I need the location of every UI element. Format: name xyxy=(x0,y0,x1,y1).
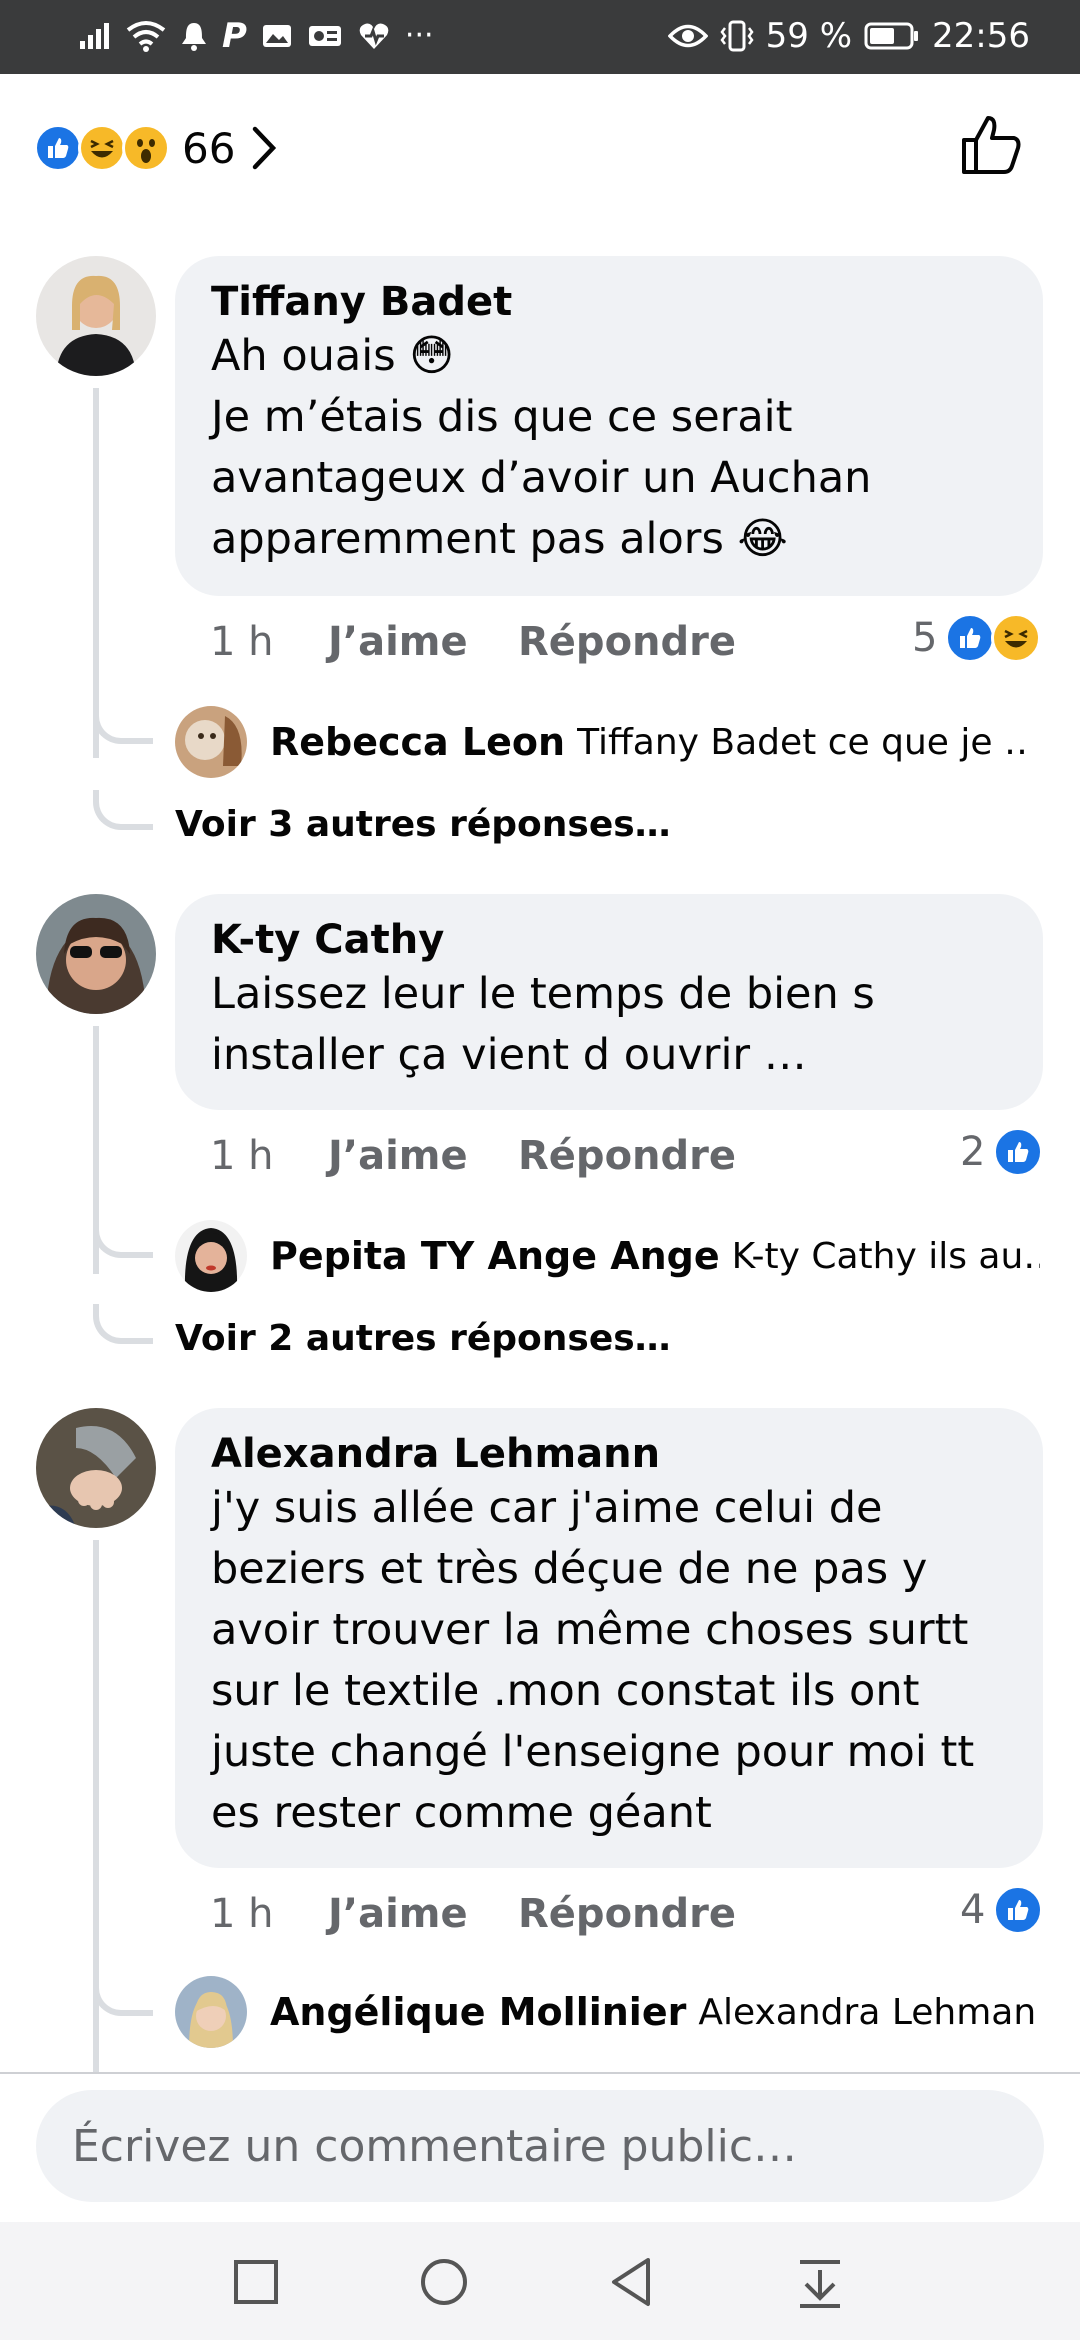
comment-time[interactable]: 1 h xyxy=(210,1133,328,1179)
comment-actions: 1 h J’aime Répondre xyxy=(186,1888,736,1940)
reply-avatar[interactable] xyxy=(175,1976,247,2048)
comment-reactions[interactable]: 2 xyxy=(960,1126,1044,1178)
like-comment-button[interactable]: J’aime xyxy=(328,1133,518,1179)
like-icon xyxy=(993,1885,1044,1935)
more-notifications: ··· xyxy=(404,18,434,53)
thread-connector xyxy=(93,1218,153,1258)
p-app-icon: P xyxy=(222,16,247,56)
reply-text: Alexandra Lehman… xyxy=(698,1991,1040,2033)
comment-input[interactable]: Écrivez un commentaire public… xyxy=(36,2090,1044,2202)
reply-preview[interactable]: Rebecca Leon Tiffany Badet ce que je … xyxy=(270,712,1030,772)
notification-bell-icon xyxy=(182,23,206,51)
like-icon xyxy=(993,1127,1044,1177)
reply-preview[interactable]: Pepita TY Ange Ange K-ty Cathy ils au… xyxy=(270,1226,1040,1286)
like-comment-button[interactable]: J’aime xyxy=(328,1891,518,1937)
thread-connector xyxy=(93,1304,153,1344)
comment-reactions[interactable]: 4 xyxy=(960,1884,1044,1936)
like-button-icon[interactable] xyxy=(958,112,1024,178)
see-more-replies[interactable]: Voir 3 autres réponses… xyxy=(175,804,671,845)
comment-author[interactable]: Alexandra Lehmann xyxy=(211,1430,1007,1478)
health-app-icon xyxy=(359,23,389,49)
comment-text: Ah ouais 😳 Je m’étais dis que ce serait … xyxy=(211,331,872,564)
reply-preview[interactable]: Angélique Mollinier Alexandra Lehman… xyxy=(270,1982,1040,2042)
back-button-icon[interactable] xyxy=(604,2254,660,2310)
comment-text: Laissez leur le temps de bien s installe… xyxy=(211,969,875,1080)
status-icons-left: P ··· xyxy=(78,16,434,56)
notification-shade-icon[interactable] xyxy=(792,2254,848,2310)
reactions-count: 66 xyxy=(182,123,236,173)
recents-button-icon[interactable] xyxy=(228,2254,284,2310)
composer-divider xyxy=(0,2072,1080,2074)
avatar[interactable] xyxy=(36,256,156,376)
thread-connector xyxy=(93,1976,153,2016)
comment-bubble[interactable]: Alexandra Lehmann j'y suis allée car j'a… xyxy=(175,1408,1043,1868)
reply-author: Pepita TY Ange Ange xyxy=(270,1234,720,1278)
reply-button[interactable]: Répondre xyxy=(518,619,736,665)
like-icon xyxy=(945,613,996,663)
comment-reaction-count: 4 xyxy=(960,1887,986,1933)
see-more-replies[interactable]: Voir 2 autres réponses… xyxy=(175,1318,671,1359)
thread-line xyxy=(93,388,99,758)
system-nav-bar xyxy=(0,2222,1080,2340)
comment-bubble[interactable]: Tiffany Badet Ah ouais 😳 Je m’étais dis … xyxy=(175,256,1043,596)
battery-percent: 59 % xyxy=(765,16,853,56)
comment-reaction-count: 5 xyxy=(912,615,938,661)
eye-icon xyxy=(667,24,708,48)
comment-text: j'y suis allée car j'aime celui de bezie… xyxy=(211,1483,975,1838)
reply-avatar[interactable] xyxy=(175,706,247,778)
comment-time[interactable]: 1 h xyxy=(210,1891,328,1937)
comment-actions: 1 h J’aime Répondre xyxy=(186,1130,736,1182)
avatar[interactable] xyxy=(36,1408,156,1528)
reply-author: Rebecca Leon xyxy=(270,720,566,764)
reply-button[interactable]: Répondre xyxy=(518,1133,736,1179)
comment-bubble[interactable]: K-ty Cathy Laissez leur le temps de bien… xyxy=(175,894,1043,1110)
vibrate-icon xyxy=(720,20,754,52)
comment-reactions[interactable]: 5 xyxy=(912,612,1042,664)
haha-icon xyxy=(991,613,1042,663)
status-icons-right: 59 % 22:56 xyxy=(667,16,1030,56)
comment-actions: 1 h J’aime Répondre xyxy=(186,616,736,668)
reactions-summary[interactable]: 66 xyxy=(34,118,279,178)
comment-time[interactable]: 1 h xyxy=(210,619,328,665)
comment-reaction-count: 2 xyxy=(960,1129,986,1175)
like-icon xyxy=(34,124,82,172)
thread-connector xyxy=(93,790,153,830)
thread-connector xyxy=(93,704,153,744)
reply-text: Tiffany Badet ce que je … xyxy=(577,721,1030,763)
reply-text: K-ty Cathy ils au… xyxy=(731,1235,1040,1277)
card-app-icon xyxy=(308,26,341,46)
home-button-icon[interactable] xyxy=(416,2254,472,2310)
chevron-right-icon xyxy=(253,126,277,170)
wow-icon xyxy=(122,124,170,172)
comment-author[interactable]: K-ty Cathy xyxy=(211,916,1007,964)
comment-author[interactable]: Tiffany Badet xyxy=(211,278,1007,326)
wifi-icon xyxy=(126,21,166,52)
battery-icon xyxy=(864,22,919,50)
reply-author: Angélique Mollinier xyxy=(270,1990,687,2034)
reply-button[interactable]: Répondre xyxy=(518,1891,736,1937)
comment-input-placeholder: Écrivez un commentaire public… xyxy=(72,2120,798,2172)
reply-avatar[interactable] xyxy=(175,1220,247,1292)
avatar[interactable] xyxy=(36,894,156,1014)
like-comment-button[interactable]: J’aime xyxy=(328,619,518,665)
clock: 22:56 xyxy=(932,16,1030,56)
status-bar: P ··· 59 % 22:56 xyxy=(0,0,1080,74)
image-app-icon xyxy=(262,25,291,47)
signal-icon xyxy=(80,23,109,49)
haha-icon xyxy=(78,124,126,172)
